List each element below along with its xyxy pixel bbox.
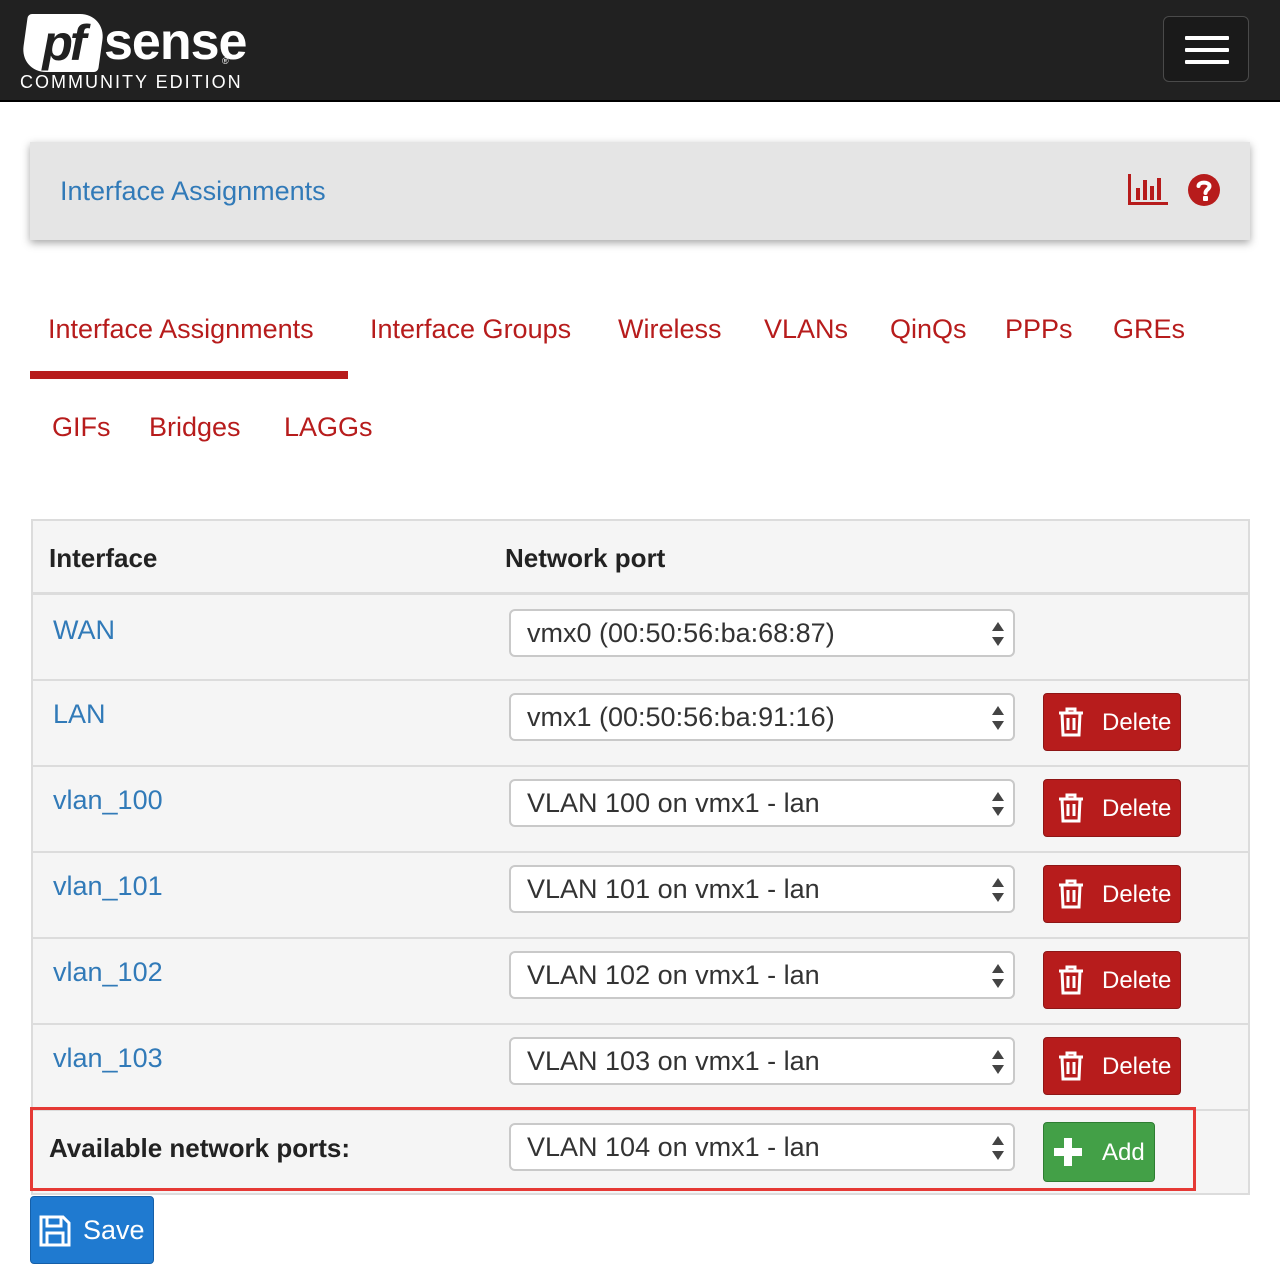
select-arrows-icon [992, 622, 1004, 646]
table-row: vlan_103 VLAN 103 on vmx1 - lan Delete [33, 1025, 1248, 1111]
network-port-select[interactable]: vmx1 (00:50:56:ba:91:16) [509, 693, 1015, 741]
interface-link-wan[interactable]: WAN [53, 615, 115, 646]
table-row: LAN vmx1 (00:50:56:ba:91:16) Delete [33, 681, 1248, 767]
tab-bridges[interactable]: Bridges [149, 412, 241, 443]
trash-icon [1059, 793, 1083, 823]
interface-link-vlan-103[interactable]: vlan_103 [53, 1043, 163, 1074]
delete-button-label: Delete [1102, 881, 1172, 908]
active-tab-indicator [30, 371, 348, 379]
hamburger-menu-button[interactable] [1163, 16, 1249, 82]
delete-button[interactable]: Delete [1043, 693, 1181, 751]
logo-pf-text: pf [42, 15, 84, 71]
interface-link-vlan-101[interactable]: vlan_101 [53, 871, 163, 902]
table-header: Interface Network port [33, 521, 1248, 595]
select-arrows-icon [992, 706, 1004, 730]
delete-button-label: Delete [1102, 1053, 1172, 1080]
floppy-disk-icon [39, 1215, 71, 1247]
column-header-interface: Interface [49, 543, 158, 573]
delete-button-label: Delete [1102, 795, 1172, 822]
top-navbar: pf sense ® COMMUNITY EDITION [0, 0, 1280, 102]
logo-edition-text: COMMUNITY EDITION [20, 72, 243, 92]
delete-button-label: Delete [1102, 967, 1172, 994]
network-port-select[interactable]: vmx0 (00:50:56:ba:68:87) [509, 609, 1015, 657]
network-port-select[interactable]: VLAN 102 on vmx1 - lan [509, 951, 1015, 999]
delete-button[interactable]: Delete [1043, 779, 1181, 837]
logo-pf-badge: pf [19, 14, 107, 72]
delete-button-label: Delete [1102, 709, 1172, 736]
pfsense-logo[interactable]: pf sense ® COMMUNITY EDITION [19, 12, 247, 94]
select-arrows-icon [992, 878, 1004, 902]
select-arrows-icon [992, 964, 1004, 988]
logo-registered-mark: ® [222, 56, 229, 66]
interface-link-lan[interactable]: LAN [53, 699, 106, 730]
hamburger-icon-bar [1185, 60, 1229, 64]
hamburger-icon-bar [1185, 36, 1229, 40]
tab-interface-assignments[interactable]: Interface Assignments [48, 314, 314, 345]
save-button-label: Save [83, 1215, 145, 1245]
interface-link-vlan-100[interactable]: vlan_100 [53, 785, 163, 816]
page-header-panel: Interface Assignments [30, 142, 1250, 240]
select-value: vmx0 (00:50:56:ba:68:87) [527, 618, 835, 648]
tab-vlans[interactable]: VLANs [764, 314, 848, 345]
select-value: VLAN 103 on vmx1 - lan [527, 1046, 820, 1076]
network-port-select[interactable]: VLAN 100 on vmx1 - lan [509, 779, 1015, 827]
interface-link-vlan-102[interactable]: vlan_102 [53, 957, 163, 988]
delete-button[interactable]: Delete [1043, 951, 1181, 1009]
table-row: vlan_102 VLAN 102 on vmx1 - lan Delete [33, 939, 1248, 1025]
trash-icon [1059, 965, 1083, 995]
bar-chart-icon[interactable] [1126, 170, 1170, 210]
select-arrows-icon [992, 1050, 1004, 1074]
tab-interface-groups[interactable]: Interface Groups [370, 314, 571, 345]
select-value: VLAN 100 on vmx1 - lan [527, 788, 820, 818]
highlight-box [30, 1107, 1196, 1191]
select-value: VLAN 102 on vmx1 - lan [527, 960, 820, 990]
trash-icon [1059, 879, 1083, 909]
select-arrows-icon [992, 792, 1004, 816]
hamburger-icon-bar [1185, 48, 1229, 52]
tab-wireless[interactable]: Wireless [618, 314, 722, 345]
table-row: WAN vmx0 (00:50:56:ba:68:87) [33, 595, 1248, 681]
tab-gres[interactable]: GREs [1113, 314, 1185, 345]
select-value: VLAN 101 on vmx1 - lan [527, 874, 820, 904]
delete-button[interactable]: Delete [1043, 865, 1181, 923]
tab-gifs[interactable]: GIFs [52, 412, 111, 443]
table-row: vlan_101 VLAN 101 on vmx1 - lan Delete [33, 853, 1248, 939]
select-value: vmx1 (00:50:56:ba:91:16) [527, 702, 835, 732]
delete-button[interactable]: Delete [1043, 1037, 1181, 1095]
trash-icon [1059, 707, 1083, 737]
tab-qinqs[interactable]: QinQs [890, 314, 967, 345]
network-port-select[interactable]: VLAN 101 on vmx1 - lan [509, 865, 1015, 913]
save-button[interactable]: Save [30, 1196, 154, 1264]
table-row: vlan_100 VLAN 100 on vmx1 - lan Delete [33, 767, 1248, 853]
trash-icon [1059, 1051, 1083, 1081]
help-icon[interactable] [1186, 172, 1222, 208]
interface-assignments-table: Interface Network port WAN vmx0 (00:50:5… [31, 519, 1250, 1195]
tab-ppps[interactable]: PPPs [1005, 314, 1073, 345]
page-title[interactable]: Interface Assignments [60, 176, 326, 207]
column-header-network-port: Network port [505, 543, 666, 573]
network-port-select[interactable]: VLAN 103 on vmx1 - lan [509, 1037, 1015, 1085]
tab-laggs[interactable]: LAGGs [284, 412, 373, 443]
